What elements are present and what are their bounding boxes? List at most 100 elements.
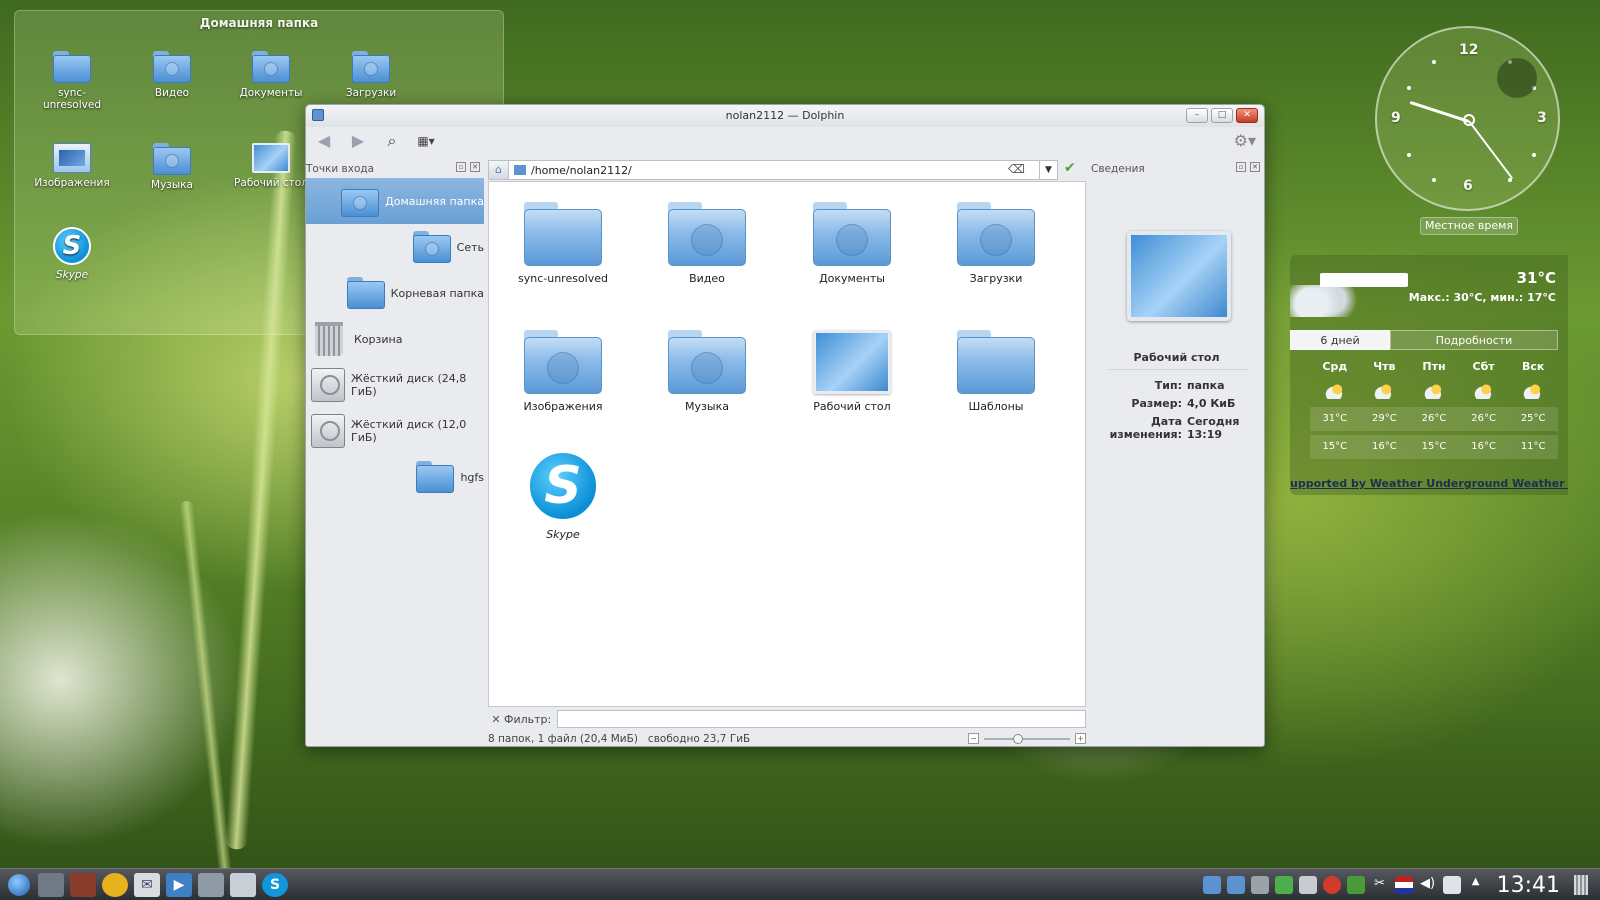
- clock-tick: [1432, 60, 1436, 64]
- file-item-templates[interactable]: Шаблоны: [936, 322, 1056, 413]
- folder-icon: [53, 51, 91, 83]
- folder-video-icon: [668, 202, 746, 266]
- checkmark-icon[interactable]: ✔: [1064, 160, 1076, 176]
- desktop-icon: [813, 330, 891, 394]
- file-item-documents[interactable]: Документы: [792, 194, 912, 285]
- media-player-icon[interactable]: ▶: [166, 872, 192, 897]
- battery-icon[interactable]: [1442, 876, 1461, 894]
- desktop-icon-sync-unresolved[interactable]: sync- unresolved: [31, 51, 113, 111]
- desktop-icon-downloads[interactable]: Загрузки: [330, 51, 412, 99]
- zoom-track[interactable]: [984, 738, 1070, 740]
- place-home[interactable]: Домашняя папка: [306, 178, 484, 224]
- back-arrow-icon[interactable]: ◀: [312, 131, 336, 151]
- file-item-downloads[interactable]: Загрузки: [936, 194, 1056, 285]
- file-item-images[interactable]: Изображения: [503, 322, 623, 413]
- location-path[interactable]: /home/nolan2112/: [531, 164, 632, 177]
- close-button[interactable]: ✕: [1236, 108, 1258, 123]
- status-bar: 8 папок, 1 файл (20,4 МиБ) свободно 23,7…: [488, 730, 1086, 748]
- hard-disk-icon: [310, 414, 345, 448]
- trash-icon[interactable]: [1574, 875, 1588, 895]
- file-item-skype[interactable]: S Skype: [503, 450, 623, 541]
- partly-cloudy-icon: [1323, 383, 1346, 399]
- zoom-out-icon[interactable]: −: [968, 733, 979, 744]
- volume-icon[interactable]: ◀): [1419, 876, 1437, 894]
- folder-tray-icon[interactable]: [1226, 876, 1245, 894]
- info-tray-icon[interactable]: [1250, 876, 1269, 894]
- location-bar[interactable]: ⌂ /home/nolan2112/ ⌫ ▼: [488, 160, 1058, 180]
- file-item-music[interactable]: Музыка: [647, 322, 767, 413]
- place-trash[interactable]: Корзина: [306, 316, 484, 362]
- filter-input[interactable]: [557, 710, 1086, 728]
- zoom-slider[interactable]: − +: [968, 733, 1086, 745]
- keyboard-layout-flag-icon[interactable]: [1394, 876, 1413, 894]
- user-icon[interactable]: [230, 872, 256, 897]
- place-hgfs[interactable]: hgfs: [306, 454, 484, 500]
- chevron-up-icon[interactable]: ▲: [1467, 876, 1485, 894]
- taskbar-clock[interactable]: 13:41: [1497, 873, 1560, 898]
- desktop-icon-skype[interactable]: S Skype: [31, 227, 113, 281]
- network-tray-icon[interactable]: [1346, 876, 1365, 894]
- dolphin-task-icon[interactable]: [198, 872, 224, 897]
- window-titlebar[interactable]: nolan2112 — Dolphin – □ ✕: [306, 105, 1264, 127]
- clock-hour-hand: [1409, 100, 1470, 123]
- minimize-button[interactable]: –: [1186, 108, 1208, 123]
- desktop-icon-documents[interactable]: Документы: [230, 51, 312, 99]
- network-folder-icon: [412, 231, 451, 263]
- folder-icon: [514, 165, 526, 175]
- skype-icon: S: [527, 450, 599, 522]
- close-filter-icon[interactable]: ✕: [488, 713, 504, 726]
- home-icon[interactable]: ⌂: [489, 161, 509, 179]
- info-close-button[interactable]: ✕: [1250, 162, 1260, 172]
- device-notifier-icon[interactable]: [1298, 876, 1317, 894]
- clock-number: 6: [1463, 178, 1473, 194]
- places-close-button[interactable]: ✕: [470, 162, 480, 172]
- zoom-in-icon[interactable]: +: [1075, 733, 1086, 744]
- forward-arrow-icon[interactable]: ▶: [346, 131, 370, 151]
- place-hard-disk-1[interactable]: Жёсткий диск (24,8 ГиБ): [306, 362, 484, 408]
- search-icon[interactable]: ⌕: [380, 131, 404, 151]
- chevron-down-icon[interactable]: ▼: [1039, 160, 1057, 180]
- place-hard-disk-2[interactable]: Жёсткий диск (12,0 ГиБ): [306, 408, 484, 454]
- desktop-icon-desktop[interactable]: Рабочий стол: [230, 143, 312, 189]
- file-item-sync-unresolved[interactable]: sync-unresolved: [503, 194, 623, 285]
- weather-credit-link[interactable]: upported by Weather Underground Weather …: [1290, 477, 1568, 490]
- root-folder-icon: [346, 277, 385, 309]
- desktop-icon-music[interactable]: Музыка: [131, 143, 213, 191]
- toolbar: ◀ ▶ ⌕ ▦▾ ⚙▾: [306, 127, 1264, 155]
- view-mode-icon[interactable]: ▦▾: [414, 131, 438, 151]
- kickoff-menu-icon[interactable]: [6, 873, 32, 897]
- folder-music-icon: [668, 330, 746, 394]
- desktop-pager-icon[interactable]: [38, 872, 64, 897]
- klipper-tray-icon[interactable]: [1274, 876, 1293, 894]
- folder-tray-icon[interactable]: [1202, 876, 1221, 894]
- clear-location-icon[interactable]: ⌫: [1008, 162, 1025, 176]
- skype-task-icon[interactable]: S: [262, 872, 288, 897]
- place-root[interactable]: Корневая папка: [306, 270, 484, 316]
- clock-tick: [1407, 86, 1411, 90]
- update-tray-icon[interactable]: [1322, 876, 1341, 894]
- chat-icon[interactable]: [102, 872, 128, 897]
- tab-details[interactable]: Подробности: [1390, 330, 1558, 350]
- zoom-handle[interactable]: [1013, 734, 1024, 744]
- file-view[interactable]: sync-unresolved Видео Документы Загрузки…: [488, 181, 1086, 707]
- cloud-icon: [1290, 285, 1360, 317]
- file-item-video[interactable]: Видео: [647, 194, 767, 285]
- scissors-icon[interactable]: ✂: [1371, 876, 1389, 894]
- places-float-button[interactable]: ▫: [456, 162, 466, 172]
- file-item-desktop[interactable]: Рабочий стол: [792, 322, 912, 413]
- mail-icon[interactable]: ✉: [134, 872, 160, 897]
- tab-6-days[interactable]: 6 дней: [1290, 330, 1390, 350]
- maximize-button[interactable]: □: [1211, 108, 1233, 123]
- place-network[interactable]: Сеть: [306, 224, 484, 270]
- folder-templates-icon: [957, 330, 1035, 394]
- desktop-icon-video[interactable]: Видео: [131, 51, 213, 99]
- dolphin-app-icon[interactable]: [312, 109, 324, 121]
- partly-sunny-icon: [1373, 383, 1396, 399]
- folder-downloads-icon: [957, 202, 1035, 266]
- partly-sunny-icon: [1422, 383, 1445, 399]
- desktop-icon-images[interactable]: Изображения: [31, 143, 113, 189]
- dolphin-window: nolan2112 — Dolphin – □ ✕ ◀ ▶ ⌕ ▦▾ ⚙▾ То…: [305, 104, 1265, 747]
- info-float-button[interactable]: ▫: [1236, 162, 1246, 172]
- application-icon[interactable]: [70, 872, 96, 897]
- gear-icon[interactable]: ⚙▾: [1234, 131, 1256, 150]
